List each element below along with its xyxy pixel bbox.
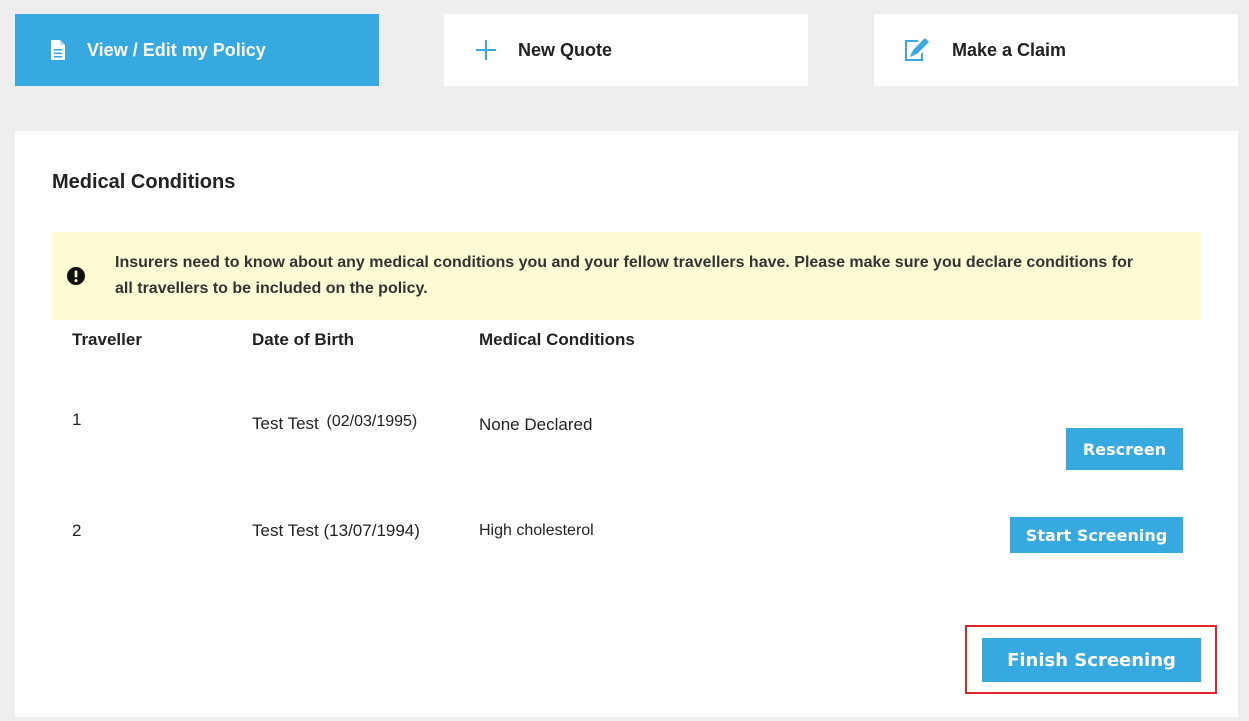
row-2-name: Test Test <box>252 521 319 540</box>
make-claim-button[interactable]: Make a Claim <box>874 14 1238 86</box>
page-title: Medical Conditions <box>52 171 236 193</box>
new-quote-button[interactable]: New Quote <box>444 14 808 86</box>
row-1-traveller-name: Test Test (02/03/1995) <box>252 413 418 434</box>
header-date-of-birth: Date of Birth <box>252 330 354 349</box>
row-2-traveller-name: Test Test (13/07/1994) <box>252 521 420 541</box>
row-2-conditions: High cholesterol <box>479 522 594 539</box>
make-claim-label: Make a Claim <box>952 39 1067 60</box>
row-2-traveller-number: 2 <box>72 521 82 540</box>
view-edit-policy-label: View / Edit my Policy <box>87 39 266 60</box>
rescreen-button[interactable]: Rescreen <box>1066 428 1183 470</box>
row-1-conditions: None Declared <box>479 415 593 434</box>
plus-icon <box>476 40 496 60</box>
finish-screening-button[interactable]: Finish Screening <box>982 638 1201 682</box>
row-1-name: Test Test <box>252 414 319 433</box>
exclamation-icon <box>67 267 85 285</box>
notice-text: Insurers need to know about any medical … <box>115 254 1134 297</box>
header-medical-conditions: Medical Conditions <box>479 330 635 349</box>
row-1-dob: (02/03/1995) <box>326 413 418 430</box>
new-quote-label: New Quote <box>518 39 613 60</box>
header-traveller: Traveller <box>72 330 142 349</box>
view-edit-policy-button[interactable]: View / Edit my Policy <box>15 14 379 86</box>
medical-notice-banner: Insurers need to know about any medical … <box>52 232 1201 320</box>
row-2-dob: (13/07/1994) <box>323 521 420 540</box>
row-1-traveller-number: 1 <box>72 410 82 429</box>
edit-document-icon <box>904 38 930 62</box>
document-icon <box>51 40 65 60</box>
start-screening-button[interactable]: Start Screening <box>1010 517 1183 553</box>
medical-conditions-panel: Medical Conditions Insurers need to know… <box>15 131 1238 717</box>
